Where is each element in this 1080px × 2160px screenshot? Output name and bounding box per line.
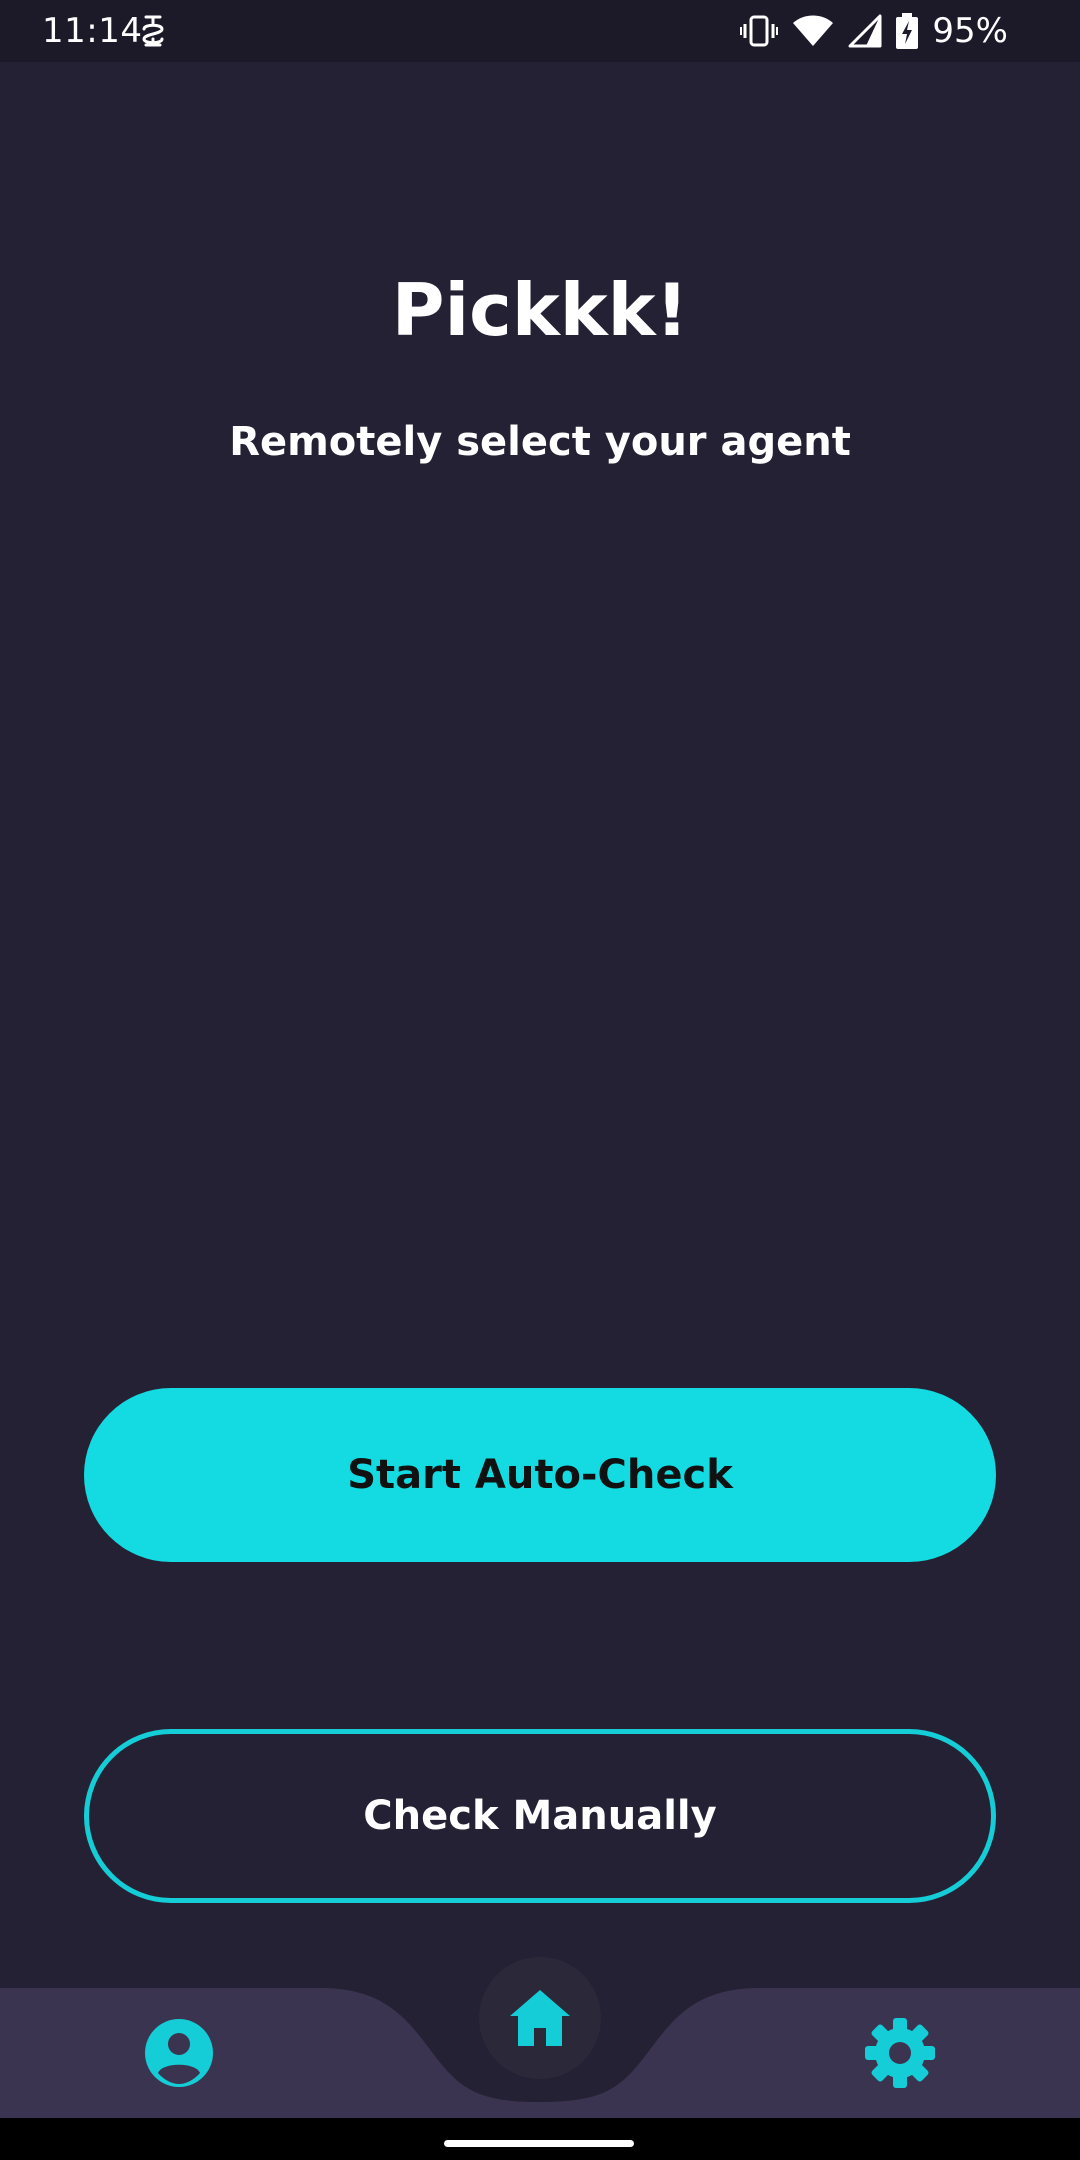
start-auto-check-label: Start Auto-Check	[347, 1452, 733, 1498]
status-bar: 11:14 95%	[0, 0, 1080, 62]
nav-settings-button[interactable]	[864, 2017, 936, 2089]
home-icon	[510, 1990, 570, 2046]
app-screen: 11:14 95% Pickkk! Remotely select your a…	[0, 0, 1080, 2160]
nav-home-button[interactable]	[479, 1957, 601, 2079]
cellular-signal-icon	[848, 14, 882, 48]
app-notification-icon	[142, 15, 164, 47]
app-subtitle: Remotely select your agent	[229, 419, 851, 465]
vibrate-icon	[740, 15, 779, 47]
battery-charging-icon	[896, 13, 919, 49]
wifi-icon	[793, 15, 834, 46]
gesture-handle[interactable]	[444, 2140, 634, 2147]
nav-profile-button[interactable]	[144, 2018, 214, 2088]
system-gesture-bar	[0, 2118, 1080, 2160]
battery-percentage: 95%	[932, 11, 1008, 51]
check-manually-label: Check Manually	[363, 1793, 717, 1839]
check-manually-button[interactable]: Check Manually	[84, 1729, 996, 1903]
start-auto-check-button[interactable]: Start Auto-Check	[84, 1388, 996, 1562]
profile-icon	[145, 2019, 213, 2087]
status-time: 11:14	[42, 11, 143, 51]
bottom-navigation	[0, 1957, 1080, 2118]
status-icons: 95%	[740, 10, 1008, 52]
settings-gear-icon	[865, 2018, 935, 2088]
app-title: Pickkk!	[391, 268, 689, 352]
